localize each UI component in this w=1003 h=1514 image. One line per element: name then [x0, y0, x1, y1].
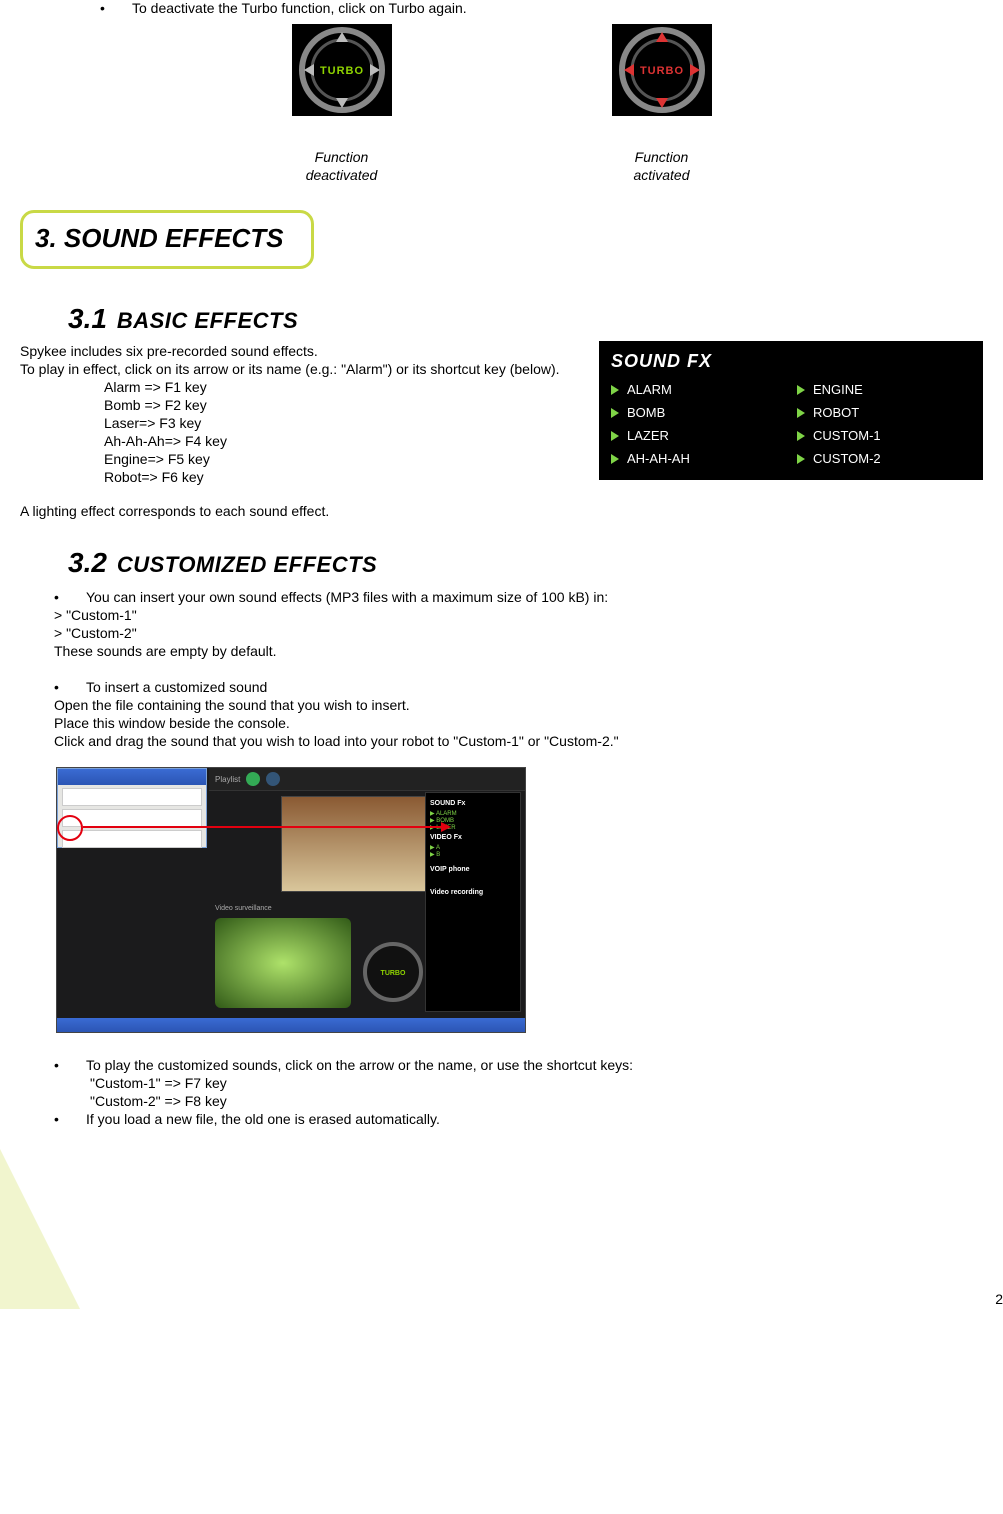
- video-surveillance-label: Video surveillance: [215, 905, 272, 912]
- drag-arrow-icon: [83, 826, 443, 828]
- footer-decoration: [0, 1149, 80, 1309]
- play-icon: [797, 431, 805, 441]
- sec32-num: 3.2: [68, 547, 107, 578]
- play-icon: [797, 385, 805, 395]
- sec32-b3: To play the customized sounds, click on …: [86, 1057, 633, 1073]
- sound-fx-title: SOUND FX: [611, 349, 971, 382]
- sec32-d3: Click and drag the sound that you wish t…: [54, 733, 983, 749]
- sec32-block2: •To play the customized sounds, click on…: [54, 1057, 983, 1127]
- sfx-item-ahahah[interactable]: AH-AH-AH: [611, 451, 785, 466]
- deactivate-text: To deactivate the Turbo function, click …: [132, 0, 467, 16]
- sec32-b2: To insert a customized sound: [86, 679, 267, 695]
- turbo-on-figure: TURBO Function activated: [612, 24, 712, 184]
- sound-fx-panel: SOUND FX ALARM ENGINE BOMB ROBOT LAZER C…: [599, 341, 983, 480]
- sfx-item-engine[interactable]: ENGINE: [797, 382, 971, 397]
- sec32-c3: These sounds are empty by default.: [54, 643, 983, 659]
- console-main: Playlist SOUND Fx ALARMBOMBLAZER VIDEO F…: [209, 768, 525, 1018]
- video-preview: [281, 796, 433, 892]
- taskbar: [57, 1018, 525, 1032]
- play-icon: [797, 408, 805, 418]
- turbo-off-icon: TURBO: [292, 24, 392, 116]
- deactivate-bullet: •To deactivate the Turbo function, click…: [20, 0, 983, 16]
- subhead-3-2: 3.2 CUSTOMIZED EFFECTS: [68, 547, 983, 579]
- page-number: 2: [995, 1291, 1003, 1307]
- play-icon: [611, 385, 619, 395]
- sec32-d2: Place this window beside the console.: [54, 715, 983, 731]
- sfx-item-alarm[interactable]: ALARM: [611, 382, 785, 397]
- key-bomb: Bomb => F2 key: [104, 397, 579, 413]
- sfx-item-lazer[interactable]: LAZER: [611, 428, 785, 443]
- svg-text:TURBO: TURBO: [319, 65, 363, 77]
- key-ahahah: Ah-Ah-Ah=> F4 key: [104, 433, 579, 449]
- svg-text:TURBO: TURBO: [639, 65, 683, 77]
- robot-image: [215, 918, 351, 1008]
- turbo-off-figure: TURBO Function deactivated: [292, 24, 392, 184]
- sec32-e2: "Custom-2" => F8 key: [54, 1093, 983, 1109]
- sfx-item-robot[interactable]: ROBOT: [797, 405, 971, 420]
- svg-text:TURBO: TURBO: [381, 970, 406, 977]
- caption-off-2: deactivated: [292, 166, 392, 184]
- sec32-c2: > "Custom-2": [54, 625, 983, 641]
- play-icon: [611, 454, 619, 464]
- dpad-icon: TURBO: [361, 940, 425, 1004]
- turbo-on-icon: TURBO: [612, 24, 712, 116]
- subhead-3-1: 3.1 BASIC EFFECTS: [68, 303, 983, 335]
- sec32-d1: Open the file containing the sound that …: [54, 697, 983, 713]
- shortcut-key-list: Alarm => F1 key Bomb => F2 key Laser=> F…: [20, 379, 579, 485]
- sec32-title: CUSTOMIZED EFFECTS: [117, 552, 377, 577]
- key-engine: Engine=> F5 key: [104, 451, 579, 467]
- sec32-b1: You can insert your own sound effects (M…: [86, 589, 608, 605]
- play-icon: [611, 408, 619, 418]
- sfx-item-bomb[interactable]: BOMB: [611, 405, 785, 420]
- caption-on-2: activated: [612, 166, 712, 184]
- sfx-item-custom1[interactable]: CUSTOM-1: [797, 428, 971, 443]
- sec32-block1: •You can insert your own sound effects (…: [54, 589, 983, 749]
- key-laser: Laser=> F3 key: [104, 415, 579, 431]
- sec31-num: 3.1: [68, 303, 107, 334]
- console-fx-panel: SOUND Fx ALARMBOMBLAZER VIDEO Fx AB VOIP…: [425, 792, 521, 1012]
- caption-on-1: Function: [612, 148, 712, 166]
- sec32-c1: > "Custom-1": [54, 607, 983, 623]
- console-drag-figure: Playlist SOUND Fx ALARMBOMBLAZER VIDEO F…: [56, 767, 526, 1033]
- sec32-b4: If you load a new file, the old one is e…: [86, 1111, 440, 1127]
- caption-off-1: Function: [292, 148, 392, 166]
- section-3-title: 3. SOUND EFFECTS: [35, 223, 283, 253]
- sfx-item-custom2[interactable]: CUSTOM-2: [797, 451, 971, 466]
- section-3-header: 3. SOUND EFFECTS: [20, 210, 314, 269]
- sec31-line1: Spykee includes six pre-recorded sound e…: [20, 343, 579, 359]
- play-icon: [797, 454, 805, 464]
- sec31-line3: A lighting effect corresponds to each so…: [20, 503, 579, 519]
- turbo-figures-row: TURBO Function deactivated TURBO: [20, 24, 983, 184]
- key-alarm: Alarm => F1 key: [104, 379, 579, 395]
- sec32-e1: "Custom-1" => F7 key: [54, 1075, 983, 1091]
- sec31-line2: To play in effect, click on its arrow or…: [20, 361, 579, 377]
- play-icon: [611, 431, 619, 441]
- sec31-title: BASIC EFFECTS: [117, 308, 298, 333]
- key-robot: Robot=> F6 key: [104, 469, 579, 485]
